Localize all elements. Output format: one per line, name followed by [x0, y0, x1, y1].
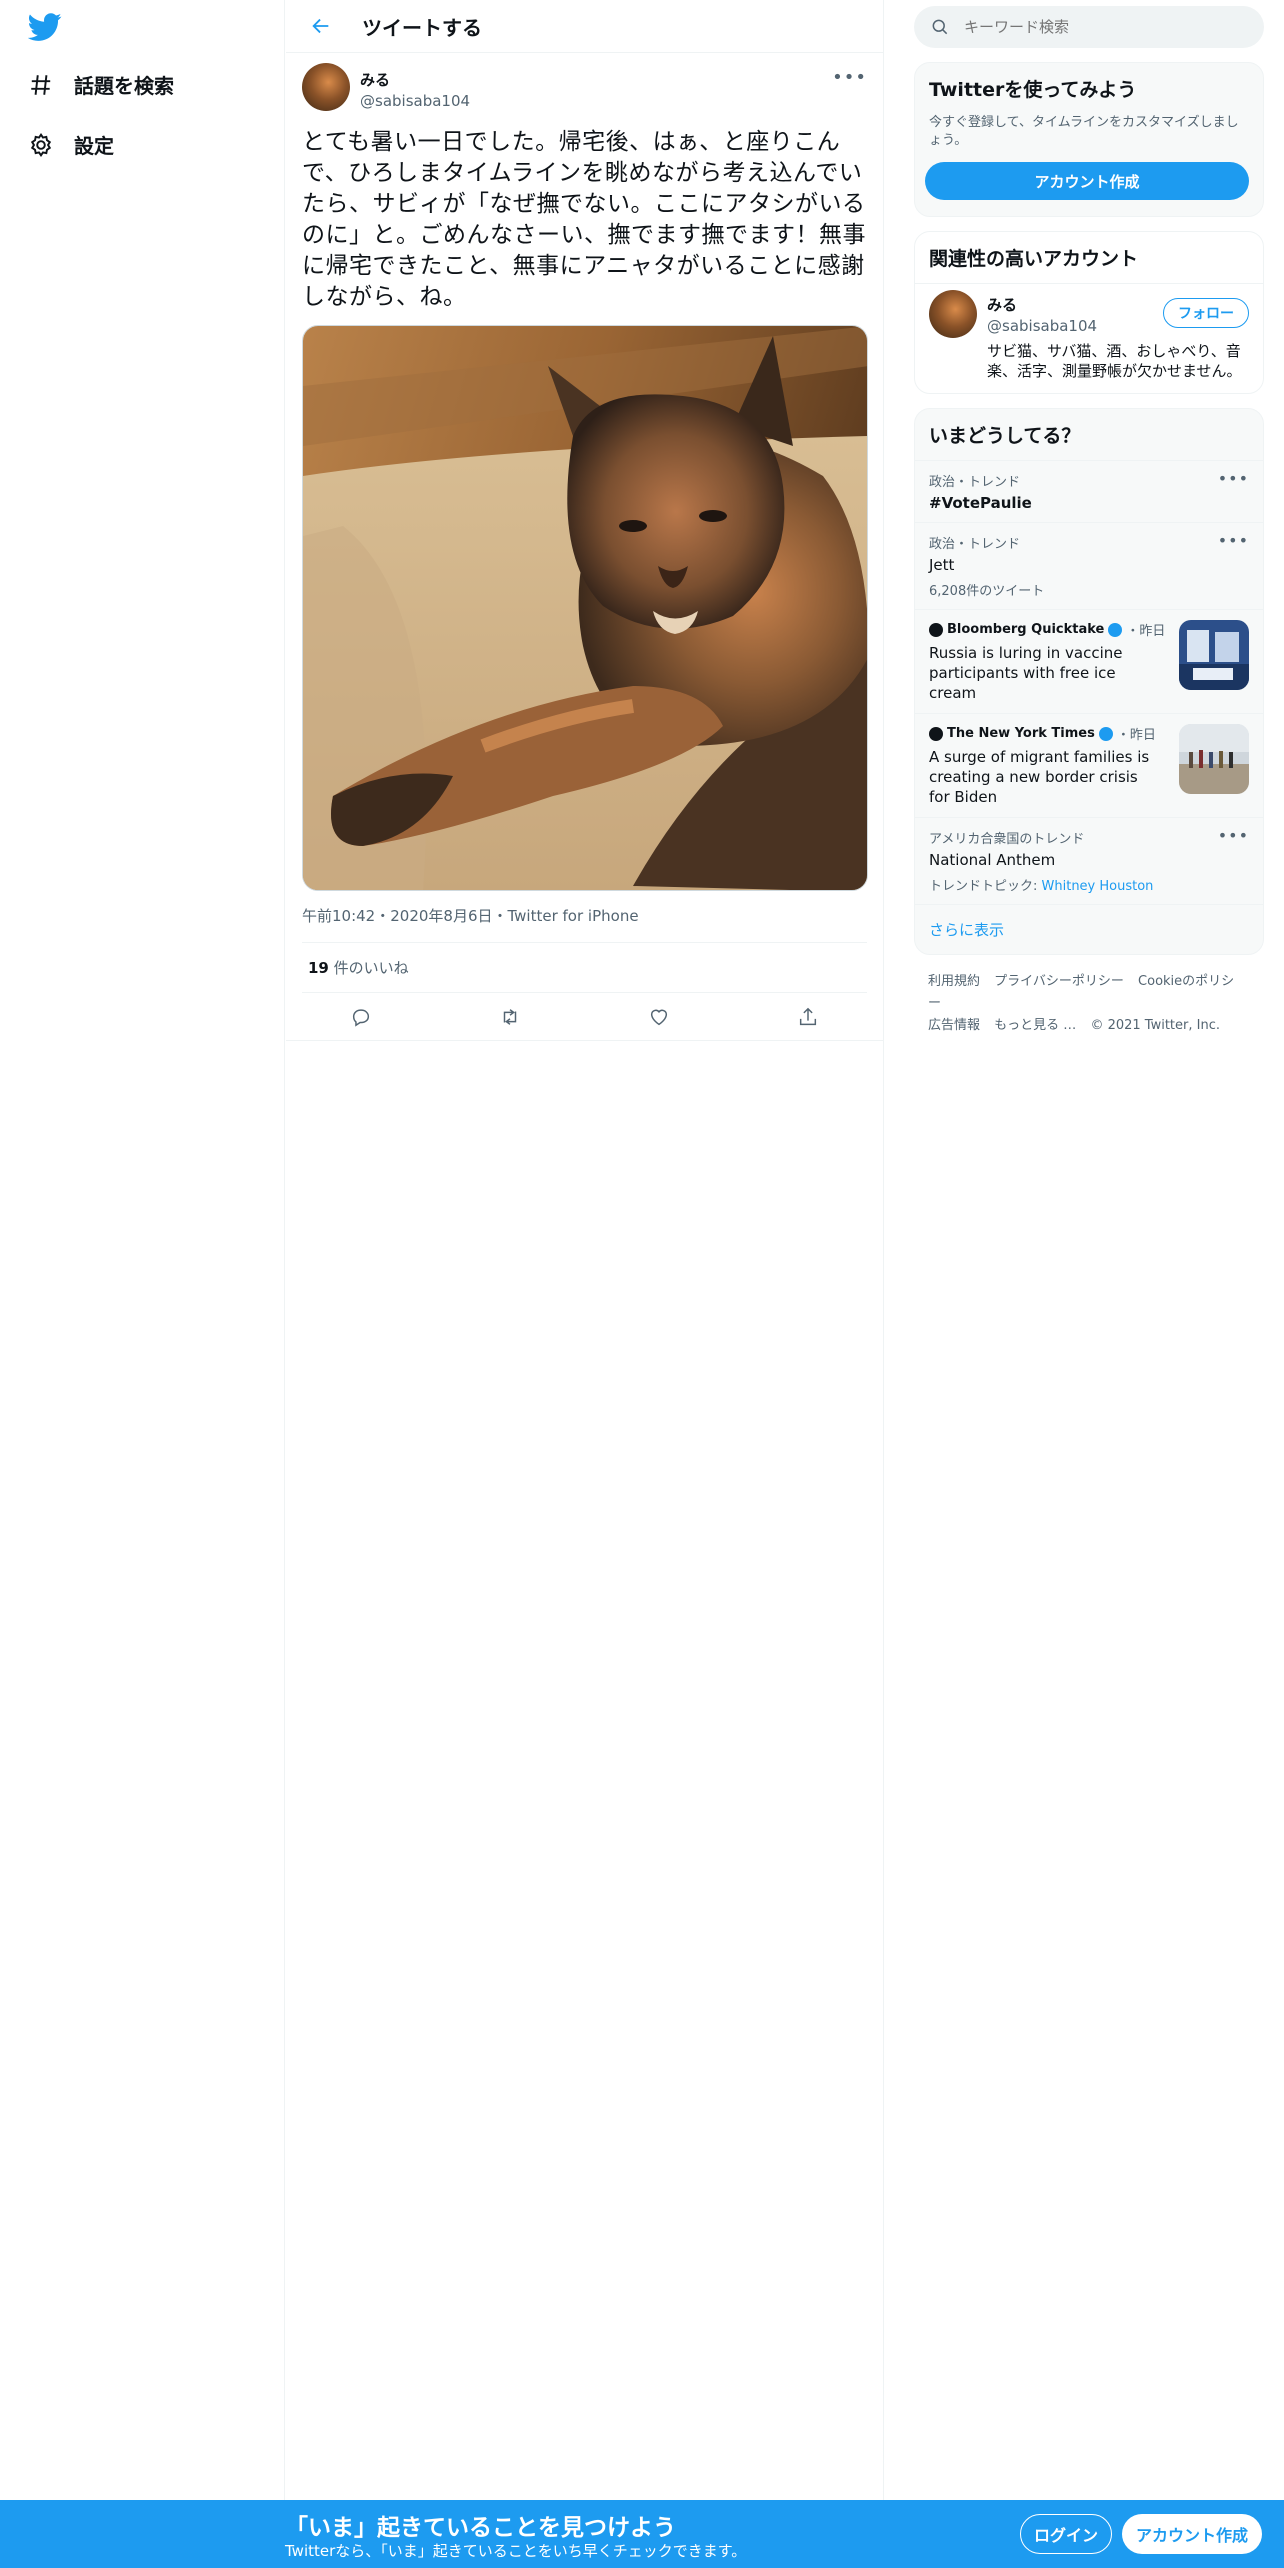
- footer-link-more[interactable]: もっと見る …: [994, 1018, 1076, 1033]
- login-button[interactable]: ログイン: [1020, 2514, 1112, 2554]
- related-accounts-title: 関連性の高いアカウント: [929, 248, 1139, 270]
- trend-name: #VotePaulie: [929, 494, 1032, 512]
- trend-count: 6,208件のツイート: [929, 584, 1045, 599]
- news-content: Bloomberg Quicktake ・昨日 Russia is luring…: [929, 620, 1165, 703]
- more-icon[interactable]: •••: [832, 67, 867, 88]
- trend-item[interactable]: アメリカ合衆国のトレンド National Anthem トレンドトピック: W…: [915, 817, 1263, 904]
- create-account-button[interactable]: アカウント作成: [925, 162, 1249, 200]
- source-logo-icon: [929, 622, 943, 637]
- footer-link-terms[interactable]: 利用規約: [928, 974, 980, 989]
- verified-icon: [1098, 726, 1113, 741]
- trend-category: アメリカ合衆国のトレンド: [929, 832, 1085, 847]
- news-source-name: The New York Times: [947, 726, 1095, 741]
- footer-link-ads[interactable]: 広告情報: [928, 1018, 980, 1033]
- news-item[interactable]: The New York Times ・昨日 A surge of migran…: [915, 713, 1263, 817]
- news-source: The New York Times ・昨日: [929, 724, 1159, 743]
- author-handle[interactable]: @sabisaba104: [360, 92, 470, 110]
- cat-photo-image: [303, 326, 867, 890]
- related-accounts-card: 関連性の高いアカウント みる @sabisaba104 サビ猫、サバ猫、酒、おし…: [914, 231, 1264, 394]
- signup-button[interactable]: アカウント作成: [1122, 2514, 1262, 2554]
- account-bio: サビ猫、サバ猫、酒、おしゃべり、音楽、活字、測量野帳が欠かせません。: [987, 342, 1242, 380]
- avatar[interactable]: [302, 63, 350, 111]
- reply-button[interactable]: [343, 999, 379, 1035]
- news-item[interactable]: Bloomberg Quicktake ・昨日 Russia is luring…: [915, 609, 1263, 713]
- trend-category: 政治・トレンド: [929, 537, 1021, 552]
- avatar[interactable]: [929, 290, 977, 338]
- left-nav: 話題を検索 設定: [0, 0, 285, 2500]
- like-icon: [651, 1009, 668, 1025]
- more-icon[interactable]: •••: [1218, 469, 1249, 488]
- trends-card: いまどうしてる？ 政治・トレンド #VotePaulie ••• 政治・トレンド…: [914, 408, 1264, 955]
- follow-button[interactable]: フォロー: [1163, 298, 1249, 328]
- news-time: ・昨日: [1126, 624, 1166, 639]
- gear-icon: [30, 132, 52, 157]
- trend-name: National Anthem: [929, 851, 1056, 869]
- tweet-photo[interactable]: [302, 325, 868, 891]
- signup-card: Twitterを使ってみよう 今すぐ登録して、タイムラインをカスタマイズしましょ…: [914, 62, 1264, 217]
- reply-icon: [352, 1008, 369, 1027]
- likes-number: 19: [308, 959, 329, 977]
- tweet-actions: [286, 993, 883, 1041]
- signup-banner: 「いま」起きていることを見つけよう Twitterなら、「いま」起きていることを…: [0, 2500, 1284, 2568]
- news-headline: A surge of migrant families is creating …: [929, 748, 1150, 806]
- signup-card-description: 今すぐ登録して、タイムラインをカスタマイズしましょう。: [929, 115, 1239, 148]
- main-column: ツイートする みる @sabisaba104 ••• とても暑い一日でした。帰宅…: [286, 0, 884, 2500]
- banner-title: 「いま」起きていることを見つけよう: [285, 2515, 676, 2541]
- news-headline: Russia is luring in vaccine participants…: [929, 644, 1123, 702]
- tweet: みる @sabisaba104 ••• とても暑い一日でした。帰宅後、はぁ、と座…: [286, 53, 883, 1041]
- footer-link-privacy[interactable]: プライバシーポリシー: [994, 974, 1124, 989]
- footer-copyright: © 2021 Twitter, Inc.: [1090, 1018, 1220, 1033]
- tweet-text: とても暑い一日でした。帰宅後、はぁ、と座りこんで、ひろしまタイムラインを眺めなが…: [302, 129, 866, 310]
- news-content: The New York Times ・昨日 A surge of migran…: [929, 724, 1159, 807]
- retweet-button[interactable]: [492, 999, 528, 1035]
- related-account[interactable]: みる @sabisaba104 サビ猫、サバ猫、酒、おしゃべり、音楽、活字、測量…: [915, 283, 1263, 393]
- page-header: ツイートする: [286, 0, 883, 53]
- share-icon: [800, 1007, 817, 1025]
- show-more-link[interactable]: さらに表示: [915, 904, 1263, 954]
- trend-topic: トレンドトピック: Whitney Houston: [929, 875, 1249, 894]
- nav-item-explore-label: 話題を検索: [74, 74, 174, 98]
- trend-topic-link[interactable]: Whitney Houston: [1042, 879, 1154, 894]
- trend-item[interactable]: 政治・トレンド #VotePaulie •••: [915, 460, 1263, 522]
- author-names: みる @sabisaba104: [360, 63, 470, 110]
- back-button[interactable]: [304, 9, 338, 43]
- trend-category: 政治・トレンド: [929, 475, 1021, 490]
- hashtag-icon: [31, 74, 51, 95]
- trends-title: いまどうしてる？: [929, 425, 1081, 447]
- likes-count[interactable]: 19 件のいいね: [302, 943, 867, 993]
- source-logo-icon: [929, 726, 943, 741]
- banner-subtitle: Twitterなら、「いま」起きていることをいち早くチェックできます。: [285, 2542, 747, 2560]
- more-icon[interactable]: •••: [1218, 826, 1249, 845]
- share-button[interactable]: [790, 999, 826, 1035]
- right-sidebar: Twitterを使ってみよう 今すぐ登録して、タイムラインをカスタマイズしましょ…: [914, 0, 1264, 1053]
- search-bar[interactable]: [914, 6, 1264, 48]
- news-time: ・昨日: [1116, 728, 1156, 743]
- nav-item-settings-label: 設定: [74, 134, 114, 158]
- news-thumbnail-image: [1179, 724, 1249, 794]
- news-thumbnail-image: [1179, 620, 1249, 690]
- like-button[interactable]: [641, 999, 677, 1035]
- search-input[interactable]: [964, 18, 1244, 36]
- back-arrow-icon: [312, 18, 329, 34]
- trend-item[interactable]: 政治・トレンド Jett 6,208件のツイート •••: [915, 522, 1263, 609]
- retweet-icon: [503, 1008, 517, 1025]
- tweet-timestamp[interactable]: 午前10:42・2020年8月6日・Twitter for iPhone: [302, 905, 867, 943]
- twitter-logo-icon[interactable]: [27, 10, 62, 44]
- trend-name: Jett: [929, 556, 955, 574]
- more-icon[interactable]: •••: [1218, 531, 1249, 550]
- tweet-author: みる @sabisaba104 •••: [302, 63, 867, 111]
- author-name[interactable]: みる: [360, 69, 470, 90]
- trend-topic-label: トレンドトピック:: [929, 879, 1042, 894]
- news-source-name: Bloomberg Quicktake: [947, 622, 1105, 637]
- nav-item-settings[interactable]: 設定: [28, 130, 114, 159]
- page-title: ツイートする: [362, 15, 482, 40]
- nav-item-explore[interactable]: 話題を検索: [28, 70, 174, 99]
- page: 話題を検索 設定 ツイートする みる @sabisaba104 ••• とても暑…: [0, 0, 1284, 2568]
- signup-card-title: Twitterを使ってみよう: [929, 79, 1137, 101]
- verified-icon: [1108, 622, 1123, 637]
- likes-label: 件のいいね: [328, 959, 409, 977]
- search-icon: [932, 19, 948, 35]
- news-source: Bloomberg Quicktake ・昨日: [929, 620, 1165, 639]
- footer-links: 利用規約 プライバシーポリシー Cookieのポリシー 広告情報 もっと見る ……: [914, 955, 1264, 1053]
